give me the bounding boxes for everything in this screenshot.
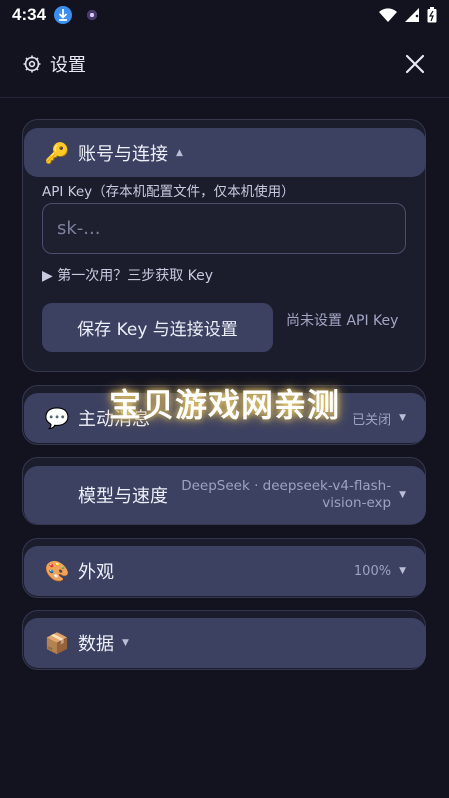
model-value: DeepSeek · deepseek-v4-flash-vision-exp [181,478,392,511]
download-icon [54,6,73,24]
page-title: 设置 [50,54,86,76]
notification-dot-icon [86,9,99,21]
battery-icon [427,7,437,23]
speech-bubble-icon: 💬 [44,406,70,430]
data-section-title: 数据 [78,634,114,655]
account-section-header[interactable]: 🔑 账号与连接 ▲ [24,128,426,177]
chevron-down-icon: ▼ [399,566,406,576]
model-section-header[interactable]: 模型与速度 DeepSeek · deepseek-v4-flash-visio… [24,466,426,524]
settings-header: 设置 [0,30,449,98]
signal-icon [405,8,419,22]
save-key-button[interactable]: 保存 Key 与连接设置 [42,303,273,352]
appearance-section-header[interactable]: 🎨 外观 100% ▼ [24,546,426,596]
chevron-up-icon: ▲ [176,147,183,158]
chevron-down-icon: ▼ [122,638,129,648]
proactive-status: 已关闭 [352,412,392,428]
api-key-input[interactable] [42,203,406,254]
proactive-section-title: 主动消息 [78,409,150,430]
key-icon: 🔑 [44,140,70,165]
appearance-section-title: 外观 [78,562,114,583]
get-key-help-link[interactable]: ▶ 第一次用？三步获取 Key [42,265,213,285]
model-section-title: 模型与速度 [78,486,168,507]
status-time: 4:34 [12,5,47,24]
data-section-header[interactable]: 📦 数据 ▼ [24,618,426,668]
wifi-icon [379,8,397,22]
appearance-value: 100% [353,563,392,579]
chevron-down-icon: ▼ [399,490,406,500]
proactive-section-header[interactable]: 💬 主动消息 已关闭 ▼ [24,393,426,443]
palette-icon: 🎨 [44,559,70,583]
account-section-title: 账号与连接 [78,143,168,165]
close-icon[interactable] [403,52,427,76]
package-icon: 📦 [44,631,70,655]
api-key-label: API Key（存本机配置文件，仅本机使用） [42,184,295,200]
gear-icon [23,55,41,72]
key-status-text: 尚未设置 API Key [286,313,399,329]
chevron-down-icon: ▼ [399,413,406,423]
status-bar: 4:34 [0,0,449,30]
